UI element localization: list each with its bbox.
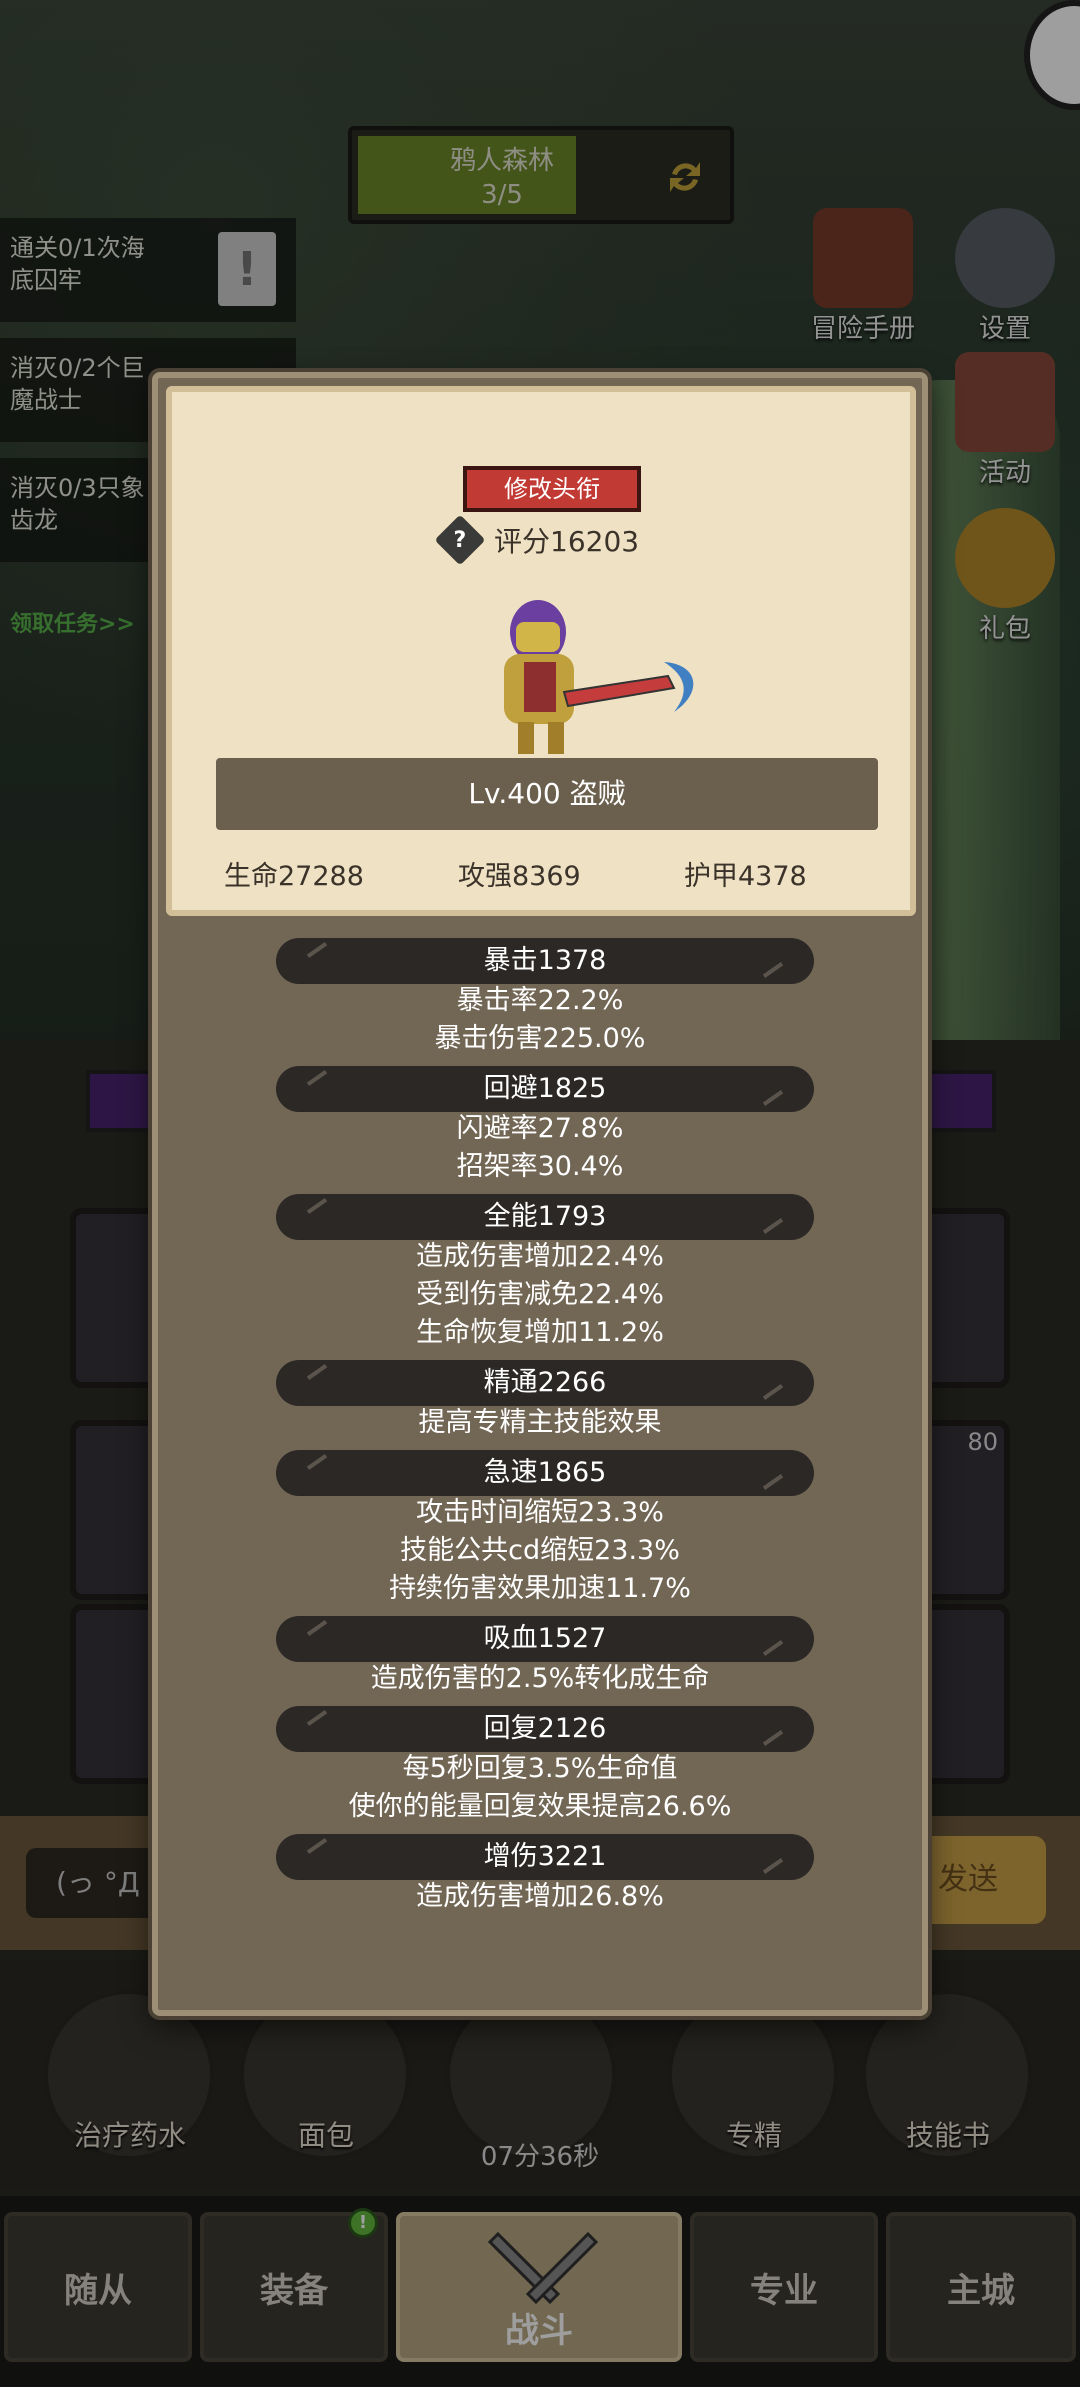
armor-stat: 护甲4378 — [684, 861, 807, 892]
help-icon[interactable]: ? — [434, 514, 486, 566]
attribute-header: 回避1825 — [276, 1066, 814, 1112]
attribute-header: 精通2266 — [276, 1360, 814, 1406]
attribute-header: 急速1865 — [276, 1450, 814, 1496]
attribute-header: 吸血1527 — [276, 1616, 814, 1662]
attribute-detail: 使你的能量回复效果提高26.6% — [348, 1791, 732, 1822]
attribute-detail: 攻击时间缩短23.3% — [416, 1497, 664, 1528]
character-stats-modal: 修改头衔 ? 评分16203 Lv.400 盗贼 生命27288 攻强8369 … — [152, 372, 928, 2016]
attack-stat: 攻强8369 — [458, 861, 581, 892]
attribute-detail: 技能公共cd缩短23.3% — [400, 1535, 680, 1566]
hero-portrait — [504, 600, 694, 754]
attribute-header: 回复2126 — [276, 1706, 814, 1752]
attribute-detail: 闪避率27.8% — [456, 1113, 624, 1144]
hp-stat: 生命27288 — [224, 861, 364, 892]
attribute-detail: 每5秒回复3.5%生命值 — [402, 1753, 678, 1784]
attribute-detail: 生命恢复增加11.2% — [416, 1317, 664, 1348]
edit-title-button[interactable]: 修改头衔 — [463, 466, 641, 512]
attribute-header: 暴击1378 — [276, 938, 814, 984]
attribute-detail: 造成伤害增加22.4% — [416, 1241, 664, 1272]
attribute-detail: 暴击伤害225.0% — [434, 1023, 646, 1054]
profile-card: 修改头衔 ? 评分16203 Lv.400 盗贼 生命27288 攻强8369 … — [166, 386, 916, 916]
attribute-header: 增伤3221 — [276, 1834, 814, 1880]
attribute-header: 全能1793 — [276, 1194, 814, 1240]
score-row: ? 评分16203 — [434, 514, 640, 566]
level-class-bar: Lv.400 盗贼 — [216, 758, 878, 830]
attribute-detail: 受到伤害减免22.4% — [416, 1279, 664, 1310]
attribute-detail: 造成伤害增加26.8% — [416, 1881, 664, 1912]
attribute-detail: 暴击率22.2% — [456, 985, 624, 1016]
score-value: 评分16203 — [494, 525, 640, 558]
attribute-detail: 提高专精主技能效果 — [418, 1407, 662, 1438]
attribute-detail: 造成伤害的2.5%转化成生命 — [370, 1663, 710, 1694]
attribute-detail: 招架率30.4% — [456, 1151, 624, 1182]
attribute-detail: 持续伤害效果加速11.7% — [389, 1573, 691, 1604]
